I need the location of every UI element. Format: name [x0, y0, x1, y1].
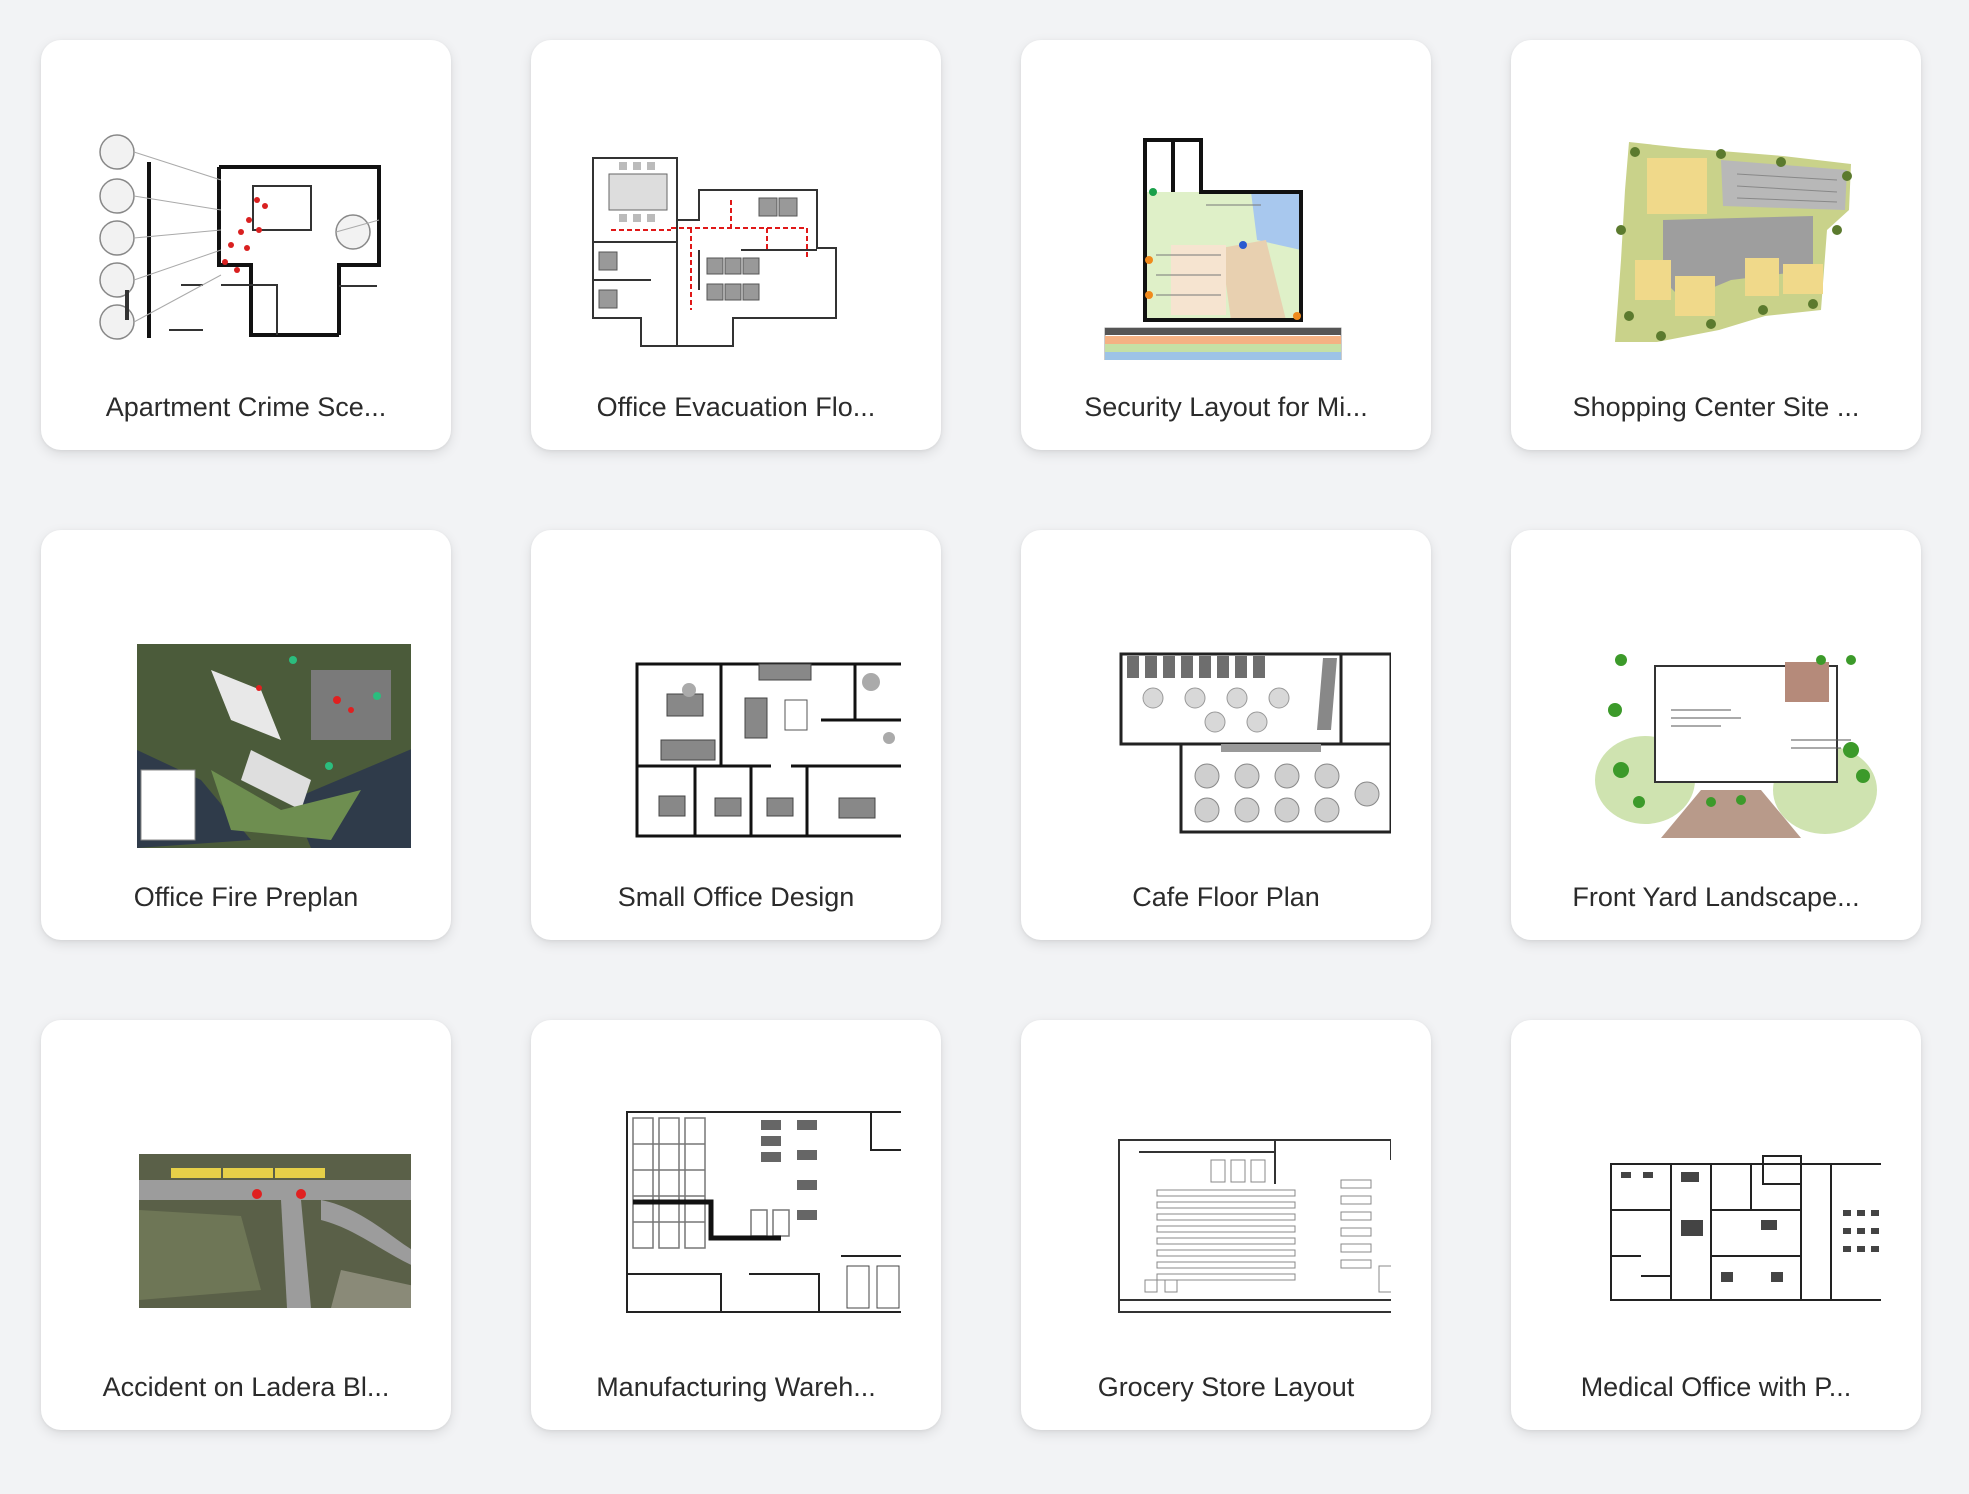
template-card-apartment-crime-scene[interactable]: Apartment Crime Sce... [41, 40, 451, 450]
small-office-thumbnail [571, 570, 901, 850]
template-card-security-layout[interactable]: Security Layout for Mi... [1021, 40, 1431, 450]
template-title: Office Evacuation Flo... [596, 392, 876, 422]
template-card-cafe-floor-plan[interactable]: Cafe Floor Plan [1021, 530, 1431, 940]
fire-preplan-thumbnail [81, 570, 411, 850]
medical-office-thumbnail [1551, 1060, 1881, 1340]
template-title: Manufacturing Wareh... [596, 1372, 876, 1402]
crime-scene-thumbnail [81, 80, 411, 360]
template-title: Security Layout for Mi... [1084, 392, 1368, 422]
shopping-center-thumbnail [1551, 80, 1881, 360]
template-card-office-evacuation[interactable]: Office Evacuation Flo... [531, 40, 941, 450]
template-card-office-fire-preplan[interactable]: Office Fire Preplan [41, 530, 451, 940]
grocery-store-thumbnail [1061, 1060, 1391, 1340]
cafe-floor-plan-thumbnail [1061, 570, 1391, 850]
template-card-medical-office[interactable]: Medical Office with P... [1511, 1020, 1921, 1430]
template-title: Apartment Crime Sce... [105, 392, 387, 422]
template-title: Cafe Floor Plan [1132, 882, 1320, 912]
template-card-manufacturing-warehouse[interactable]: Manufacturing Wareh... [531, 1020, 941, 1430]
landscape-thumbnail [1551, 570, 1881, 850]
security-layout-thumbnail [1061, 80, 1391, 360]
template-card-accident-ladera[interactable]: Accident on Ladera Bl... [41, 1020, 451, 1430]
template-card-grocery-store[interactable]: Grocery Store Layout [1021, 1020, 1431, 1430]
template-title: Office Fire Preplan [133, 882, 359, 912]
template-title: Shopping Center Site ... [1572, 392, 1860, 422]
warehouse-thumbnail [571, 1060, 901, 1340]
evacuation-thumbnail [571, 80, 901, 360]
accident-map-thumbnail [81, 1060, 411, 1340]
template-grid: Apartment Crime Sce... Office Evacuation… [0, 0, 1969, 1494]
template-title: Small Office Design [617, 882, 855, 912]
template-title: Medical Office with P... [1580, 1372, 1852, 1402]
template-title: Grocery Store Layout [1097, 1372, 1355, 1402]
template-title: Accident on Ladera Bl... [102, 1372, 390, 1402]
template-card-small-office[interactable]: Small Office Design [531, 530, 941, 940]
template-card-front-yard-landscape[interactable]: Front Yard Landscape... [1511, 530, 1921, 940]
template-card-shopping-center[interactable]: Shopping Center Site ... [1511, 40, 1921, 450]
template-title: Front Yard Landscape... [1572, 882, 1860, 912]
